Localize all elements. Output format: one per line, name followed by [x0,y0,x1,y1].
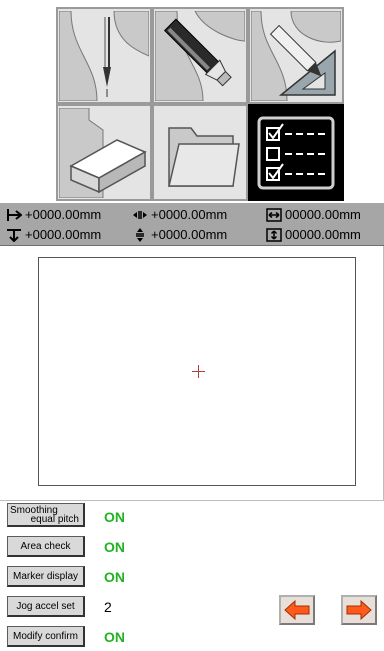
menu-tile-drafting[interactable] [248,7,344,104]
plot-canvas[interactable] [38,257,356,486]
menu-tile-needle[interactable] [56,7,152,104]
vertical-offset-icon [136,227,144,242]
horizontal-offset-icon [133,210,147,219]
coord-width-value: 00000.00mm [285,207,361,222]
drafting-pen-triangle-icon [251,10,341,101]
folder-icon [168,126,240,187]
area-check-value: ON [104,539,125,555]
settings-divider [0,500,384,501]
needle-plotting-icon [59,10,149,101]
marker-pen-icon [155,10,245,101]
height-box-icon [266,227,282,242]
coord-x-value: +0000.00mm [25,207,102,222]
origin-crosshair-icon [192,365,205,378]
coord-height: 00000.00mm [266,225,361,244]
checklist-settings-icon [257,116,335,189]
menu-tile-pen[interactable] [152,7,248,104]
coord-y-position: +0000.00mm [6,225,101,244]
eraser-block-icon [59,107,147,198]
coordinate-panel: +0000.00mm +0000.00mm +0000.00mm +0000.0… [0,203,384,246]
jog-accel-set-button[interactable]: Jog accel set [7,596,85,617]
marker-display-value: ON [104,569,125,585]
previous-page-button[interactable] [279,595,315,625]
menu-tile-eraser[interactable] [56,104,152,201]
jog-accel-value: 2 [104,599,112,615]
coord-x-position: +0000.00mm [6,205,101,224]
arrow-left-icon [284,600,310,620]
arrow-right-icon [346,600,372,620]
coord-x-offset-value: +0000.00mm [151,207,228,222]
coord-y-offset: +0000.00mm [132,225,227,244]
x-position-arrow-icon [7,208,22,221]
coord-y-offset-value: +0000.00mm [151,227,228,242]
menu-tile-folder[interactable] [152,104,248,201]
coord-height-value: 00000.00mm [285,227,361,242]
smoothing-value: ON [104,509,125,525]
mode-menu [56,7,344,201]
width-box-icon [266,207,282,222]
marker-display-button[interactable]: Marker display [7,566,85,587]
coord-x-offset: +0000.00mm [132,205,227,224]
area-check-button[interactable]: Area check [7,536,85,557]
coord-y-value: +0000.00mm [25,227,102,242]
work-area [0,246,384,501]
next-page-button[interactable] [341,595,377,625]
smoothing-equal-pitch-button[interactable]: Smoothing equal pitch [7,503,85,527]
menu-tile-settings[interactable] [248,104,344,201]
y-position-arrow-icon [7,228,21,242]
smoothing-label-line2: equal pitch [30,513,79,525]
modify-confirm-button[interactable]: Modify confirm [7,626,85,647]
modify-confirm-value: ON [104,629,125,645]
coord-width: 00000.00mm [266,205,361,224]
